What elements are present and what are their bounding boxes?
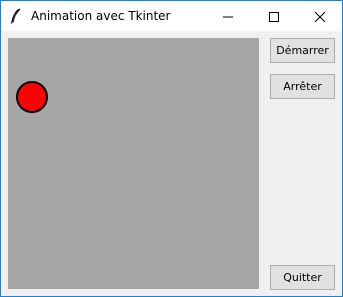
maximize-icon <box>269 7 279 26</box>
window-title: Animation avec Tkinter <box>31 9 171 23</box>
quit-button[interactable]: Quitter <box>270 265 335 290</box>
minimize-button[interactable] <box>205 1 251 31</box>
close-icon <box>314 7 326 26</box>
stop-button[interactable]: Arrêter <box>270 74 335 99</box>
feather-icon <box>9 8 23 24</box>
close-button[interactable] <box>297 1 343 31</box>
maximize-button[interactable] <box>251 1 297 31</box>
minimize-icon <box>223 7 233 26</box>
start-button[interactable]: Démarrer <box>270 38 335 63</box>
app-window: Animation avec Tkinter Démarrer Arrêter … <box>0 0 343 297</box>
title-bar[interactable]: Animation avec Tkinter <box>1 1 342 31</box>
red-ball <box>16 81 48 113</box>
animation-canvas <box>8 38 259 289</box>
